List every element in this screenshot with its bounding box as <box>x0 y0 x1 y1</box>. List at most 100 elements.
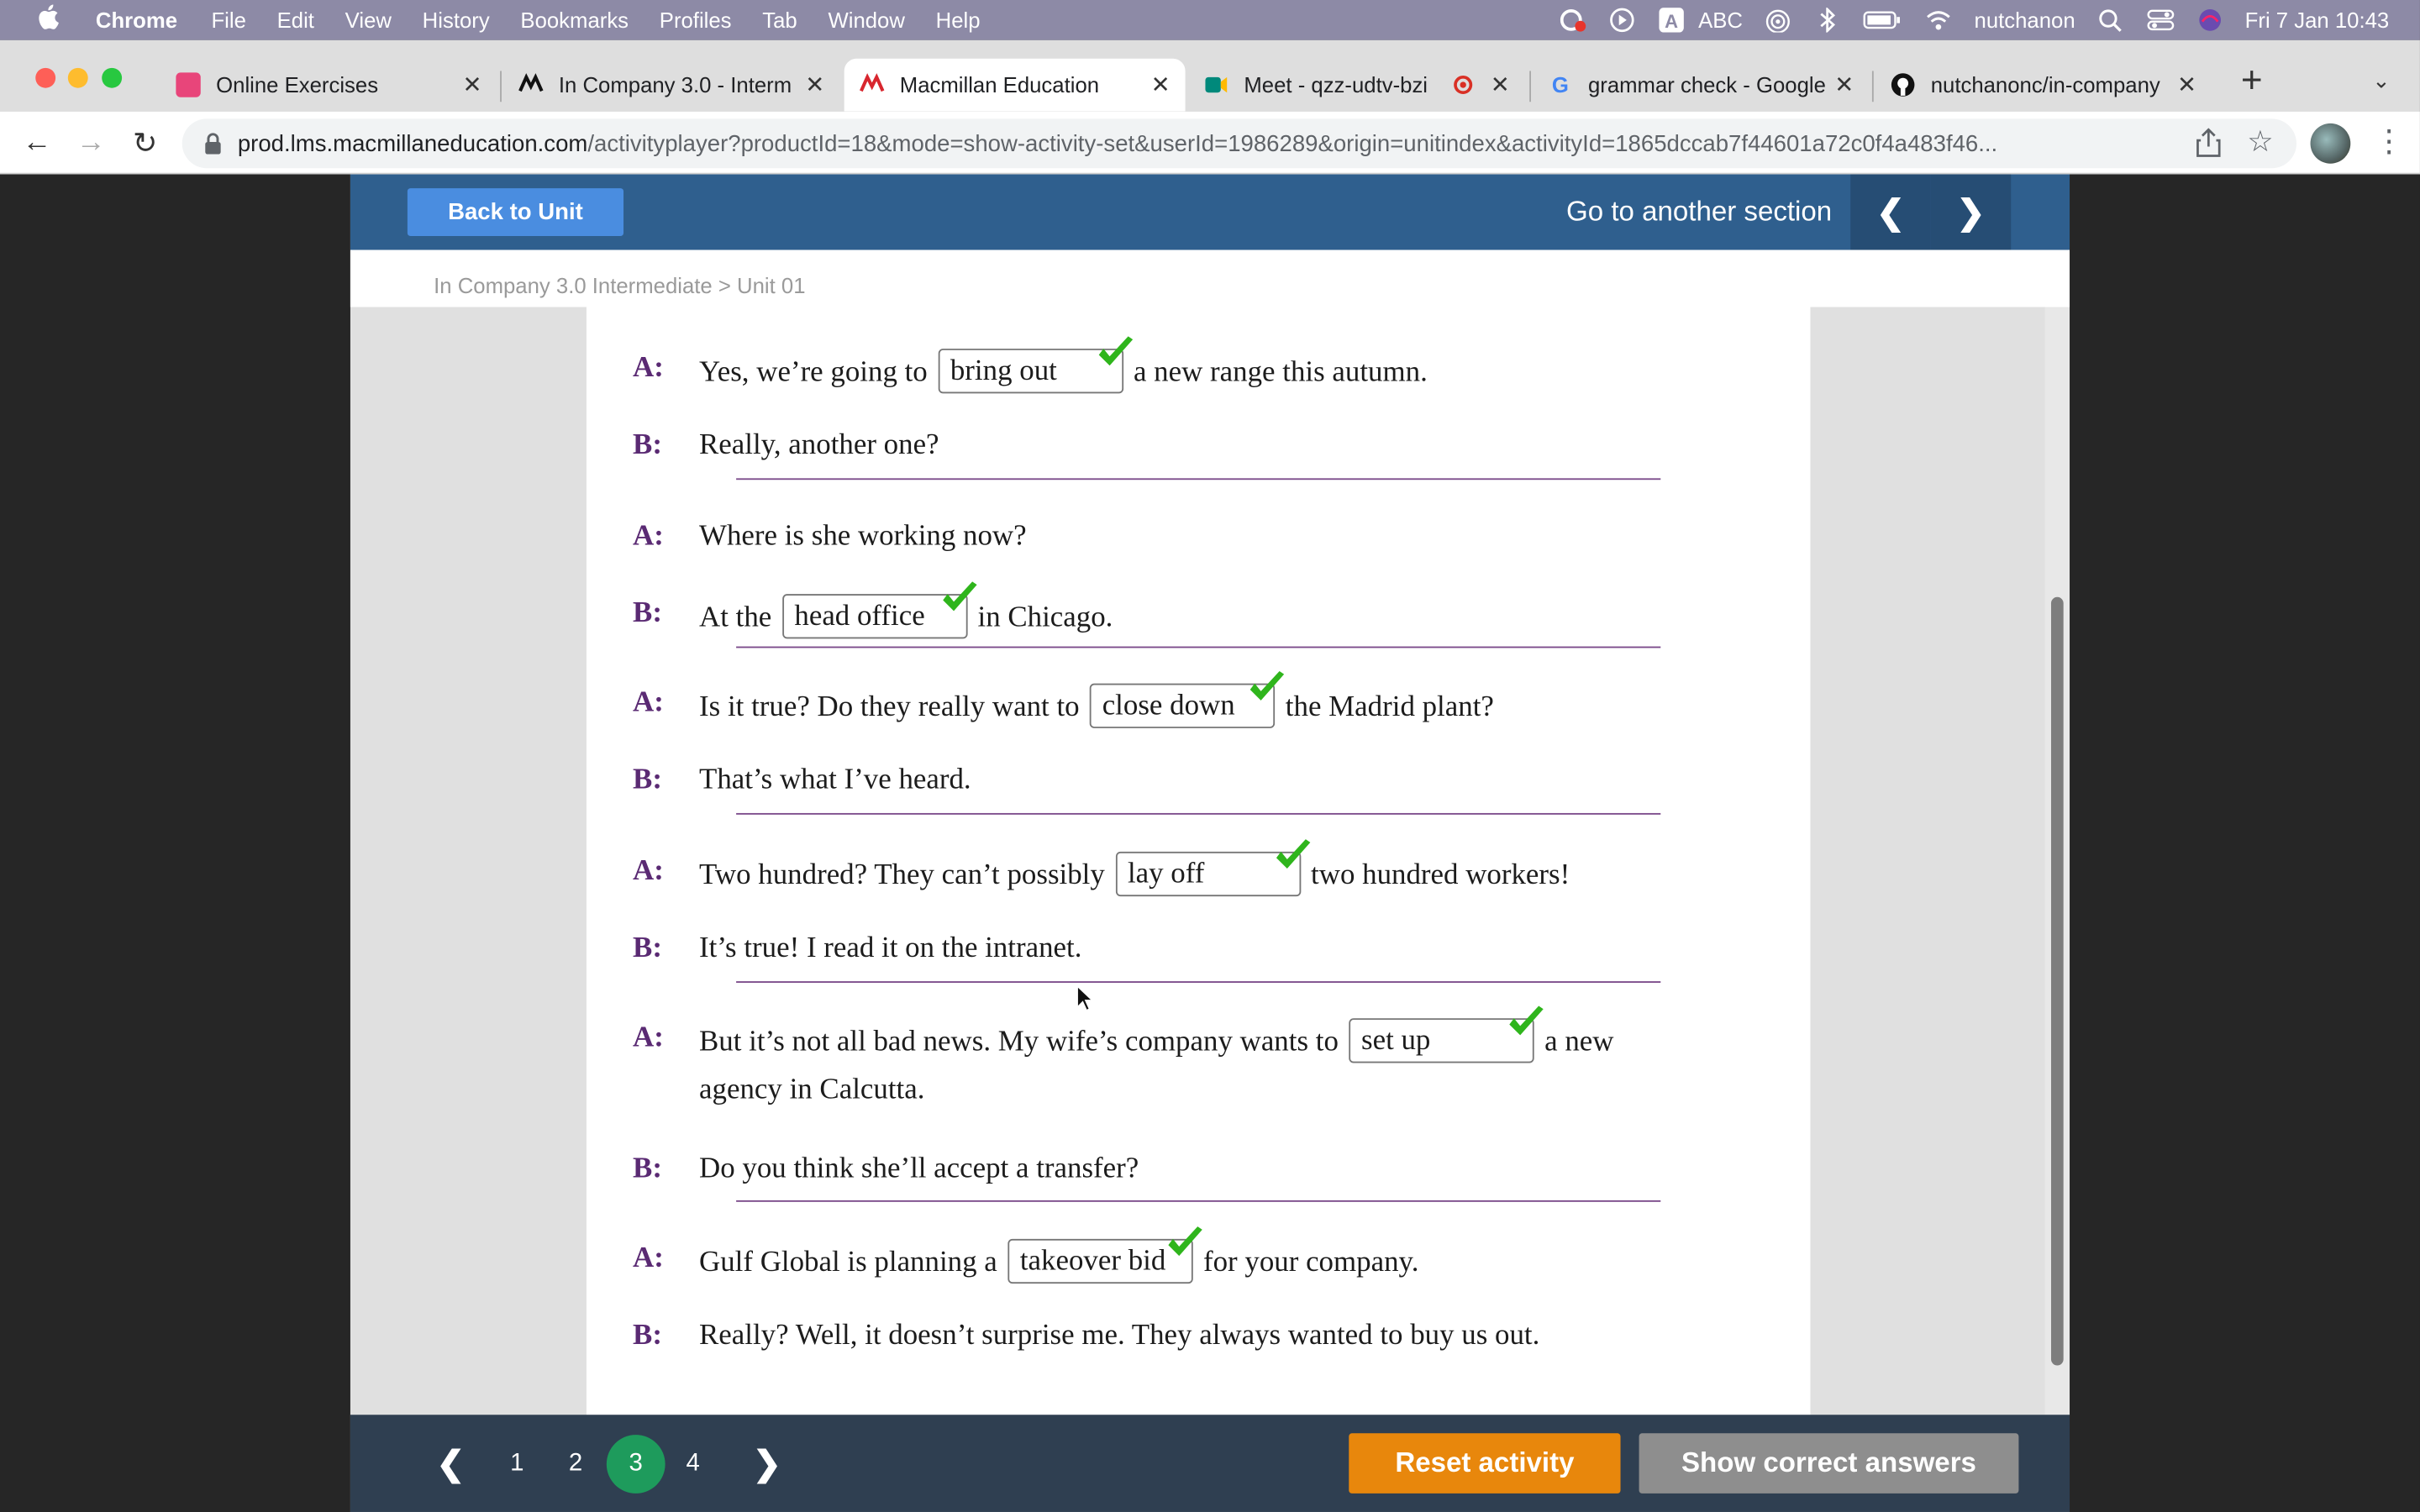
creative-cloud-icon[interactable] <box>1560 8 1587 32</box>
tab-online-exercises[interactable]: Online Exercises ✕ <box>160 59 497 111</box>
answer-value: bring out <box>950 354 1057 388</box>
close-tab-icon[interactable]: ✕ <box>2175 71 2199 98</box>
dialogue-text: Do you think she’ll accept a transfer? <box>699 1152 1139 1185</box>
close-tab-icon[interactable]: ✕ <box>802 71 827 98</box>
bookmark-star-icon[interactable]: ☆ <box>2247 125 2273 160</box>
close-tab-icon[interactable]: ✕ <box>1149 71 1173 98</box>
zoom-window-button[interactable] <box>102 67 123 88</box>
new-tab-button[interactable]: + <box>2233 62 2270 102</box>
activity-player: Back to Unit Go to another section ❮ ❯ I… <box>350 174 2070 1512</box>
siri-icon[interactable] <box>2196 8 2223 32</box>
spotlight-search-icon[interactable] <box>2096 8 2124 32</box>
breadcrumb[interactable]: In Company 3.0 Intermediate > Unit 01 <box>350 249 2070 307</box>
apple-icon[interactable] <box>0 3 96 37</box>
sentence-before: At the <box>699 601 772 634</box>
answer-field[interactable]: takeover bid <box>1007 1226 1202 1284</box>
speaker-label: A: <box>633 686 664 719</box>
forward-arrow-icon[interactable]: → <box>72 127 109 160</box>
macmillan-favicon <box>860 72 885 97</box>
wifi-icon[interactable] <box>1925 8 1953 32</box>
menu-file[interactable]: File <box>211 8 245 32</box>
minimize-window-button[interactable] <box>67 67 88 88</box>
speaker-label: B: <box>633 764 662 796</box>
answer-value: head office <box>794 600 925 633</box>
airdrop-icon[interactable] <box>1765 8 1792 34</box>
scrollbar[interactable] <box>2044 307 2070 1415</box>
pagination-bar: ❮ 1 2 3 4 ❯ Reset activity Show correct … <box>350 1415 2070 1512</box>
sentence-after: two hundred workers! <box>1311 858 1570 892</box>
dialogue-divider <box>736 812 1661 815</box>
tab-macmillan-education[interactable]: Macmillan Education ✕ <box>844 58 1186 112</box>
close-window-button[interactable] <box>35 67 56 88</box>
tab-google-search[interactable]: G grammar check - Google ✕ <box>1533 59 1869 111</box>
close-tab-icon[interactable]: ✕ <box>1488 71 1512 98</box>
profile-avatar[interactable] <box>2310 123 2351 164</box>
next-section-button[interactable]: ❯ <box>1930 174 2012 250</box>
dialogue-text: That’s what I’ve heard. <box>699 764 971 796</box>
tab-title: Online Exercises <box>216 72 379 97</box>
github-favicon <box>1891 72 1915 97</box>
menu-window[interactable]: Window <box>828 8 904 32</box>
tab-in-company[interactable]: In Company 3.0 - Interm ✕ <box>503 59 839 111</box>
speaker-label: B: <box>633 596 662 630</box>
share-icon[interactable] <box>2195 128 2223 166</box>
answer-field[interactable]: head office <box>781 581 977 639</box>
user-name[interactable]: nutchanon <box>1975 8 2075 32</box>
menu-profiles[interactable]: Profiles <box>660 8 732 32</box>
macmillan-favicon <box>518 72 544 97</box>
close-tab-icon[interactable]: ✕ <box>1832 71 1856 98</box>
dialogue-text: It’s true! I read it on the intranet. <box>699 932 1082 964</box>
clock[interactable]: Fri 7 Jan 10:43 <box>2245 8 2390 32</box>
prev-section-button[interactable]: ❮ <box>1850 174 1931 250</box>
battery-icon[interactable] <box>1863 8 1903 32</box>
reload-icon[interactable]: ↻ <box>127 127 164 162</box>
next-page-button[interactable]: ❯ <box>749 1435 786 1494</box>
tab-search-chevron-icon[interactable]: ⌄ <box>2366 68 2397 99</box>
reset-activity-button[interactable]: Reset activity <box>1349 1433 1621 1494</box>
answer-field[interactable]: set up <box>1349 1005 1544 1063</box>
menu-bookmarks[interactable]: Bookmarks <box>520 8 629 32</box>
correct-check-icon <box>1247 669 1287 706</box>
page-3-button[interactable]: 3 <box>606 1435 666 1494</box>
scrollbar-thumb[interactable] <box>2050 596 2064 1366</box>
answer-field[interactable]: bring out <box>938 336 1133 394</box>
input-source-icon[interactable]: A <box>1658 8 1686 33</box>
sentence-after: the Madrid plant? <box>1285 690 1494 724</box>
back-arrow-icon[interactable]: ← <box>18 127 55 160</box>
screen: Chrome File Edit View History Bookmarks … <box>0 0 2420 1512</box>
url-field[interactable]: prod.lms.macmillaneducation.com/activity… <box>182 118 2297 169</box>
speaker-label: A: <box>633 1242 664 1275</box>
chrome-menu-icon[interactable]: ⋮ <box>2374 123 2405 160</box>
tab-github[interactable]: nutchanonc/in-company ✕ <box>1876 59 2212 111</box>
menu-edit[interactable]: Edit <box>277 8 314 32</box>
control-center-icon[interactable] <box>2146 8 2174 32</box>
show-correct-answers-button[interactable]: Show correct answers <box>1639 1433 2019 1494</box>
answer-field[interactable]: close down <box>1089 670 1285 728</box>
page-1-button[interactable]: 1 <box>487 1435 546 1494</box>
lock-icon[interactable] <box>203 133 222 160</box>
page-4-button[interactable]: 4 <box>664 1435 723 1494</box>
answer-field[interactable]: lay off <box>1115 839 1310 897</box>
menu-history[interactable]: History <box>423 8 490 32</box>
page-2-button[interactable]: 2 <box>546 1435 605 1494</box>
answer-value: takeover bid <box>1019 1245 1166 1278</box>
go-to-section-label: Go to another section <box>1566 196 1833 227</box>
speaker-label: B: <box>633 428 662 462</box>
url-path: /activityplayer?productId=18&mode=show-a… <box>587 130 1998 157</box>
back-to-unit-button[interactable]: Back to Unit <box>407 188 624 237</box>
menu-tab[interactable]: Tab <box>762 8 797 32</box>
play-icon[interactable] <box>1609 8 1637 33</box>
correct-check-icon <box>1273 837 1313 874</box>
close-tab-icon[interactable]: ✕ <box>460 71 484 98</box>
tab-meet[interactable]: Meet - qzz-udtv-bzi ✕ <box>1188 59 1524 111</box>
activity-header: Back to Unit Go to another section ❮ ❯ <box>350 174 2070 250</box>
prev-page-button[interactable]: ❮ <box>432 1435 469 1494</box>
menu-app-name[interactable]: Chrome <box>96 8 177 32</box>
input-source-label[interactable]: ABC <box>1698 8 1743 32</box>
dialogue-text: Really? Well, it doesn’t surprise me. Th… <box>699 1319 1540 1352</box>
exercise-content: A: Yes, we’re going to bring out a new ra… <box>586 307 1811 1415</box>
menu-view[interactable]: View <box>345 8 392 32</box>
bluetooth-icon[interactable] <box>1813 6 1841 34</box>
menu-help[interactable]: Help <box>936 8 981 32</box>
sentence-after: a new <box>1544 1026 1614 1058</box>
